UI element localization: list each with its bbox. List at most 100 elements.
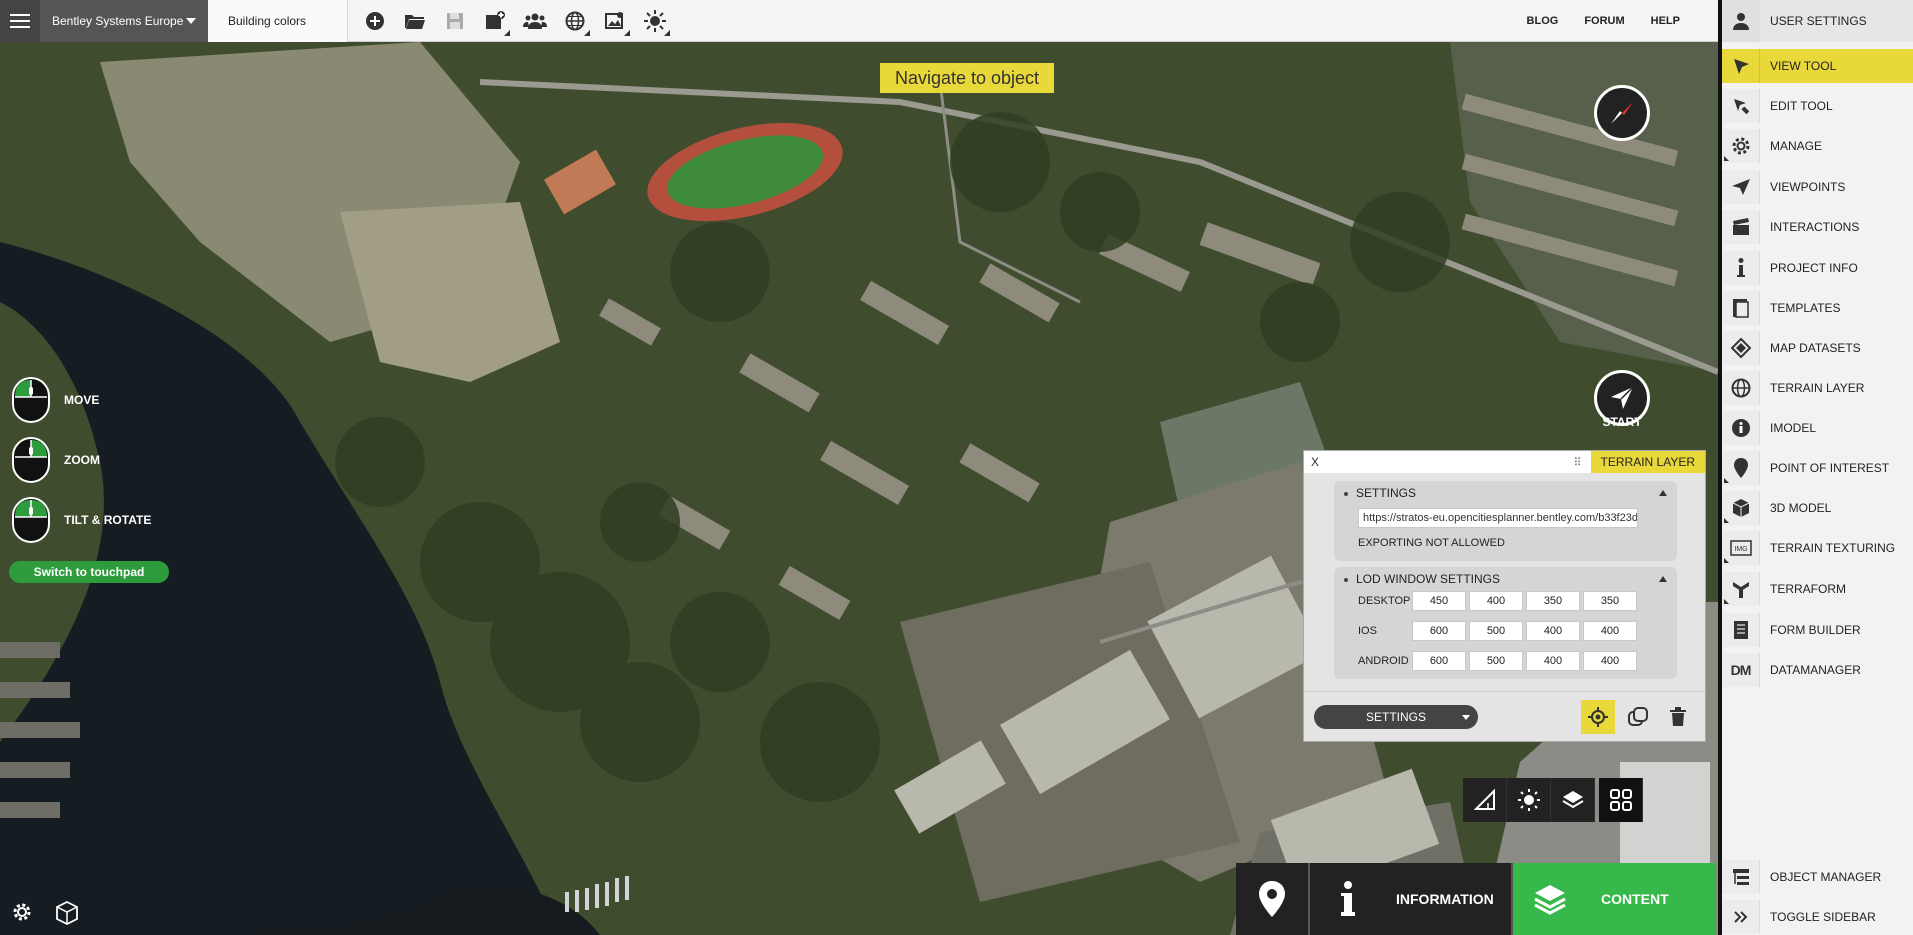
sidebar-item-interactions[interactable]: INTERACTIONS xyxy=(1722,210,1913,244)
tilt-rotate-hint: TILT & ROTATE xyxy=(12,497,151,543)
sidebar-toggle[interactable]: TOGGLE SIDEBAR xyxy=(1722,900,1913,934)
add-layer-icon[interactable] xyxy=(478,4,512,38)
templates-icon xyxy=(1722,291,1760,325)
terrain-url-field[interactable]: https://stratos-eu.opencitiesplanner.ben… xyxy=(1358,508,1638,528)
sidebar-item-terrain-texturing[interactable]: IMG TERRAIN TEXTURING xyxy=(1722,531,1913,565)
trash-icon[interactable] xyxy=(1661,700,1695,734)
measure-icon[interactable] xyxy=(1463,778,1507,822)
help-link[interactable]: HELP xyxy=(1651,15,1680,27)
sidebar-label: MAP DATASETS xyxy=(1770,341,1861,355)
globe-icon[interactable] xyxy=(558,4,592,38)
map-pin-icon xyxy=(1722,451,1760,485)
lod-value-field[interactable]: 500 xyxy=(1469,651,1523,671)
lod-value-field[interactable]: 400 xyxy=(1526,651,1580,671)
sidebar-label: VIEW TOOL xyxy=(1770,59,1837,73)
settings-section-header[interactable]: SETTINGS xyxy=(1334,481,1677,505)
lod-value-field[interactable]: 400 xyxy=(1469,591,1523,611)
content-button[interactable]: CONTENT xyxy=(1513,863,1716,935)
sidebar-item-terrain-layer[interactable]: TERRAIN LAYER xyxy=(1722,371,1913,405)
forum-link[interactable]: FORUM xyxy=(1584,15,1624,27)
poi-button[interactable] xyxy=(1236,863,1310,935)
move-hint-label: MOVE xyxy=(64,393,100,407)
info-icon xyxy=(1341,881,1355,916)
blog-link[interactable]: BLOG xyxy=(1527,15,1559,27)
terraform-icon xyxy=(1722,572,1760,606)
sidebar-item-form-builder[interactable]: FORM BUILDER xyxy=(1722,613,1913,647)
sidebar-item-edit-tool[interactable]: EDIT TOOL xyxy=(1722,89,1913,123)
sun-icon[interactable] xyxy=(1507,778,1551,822)
lod-value-field[interactable]: 600 xyxy=(1412,651,1466,671)
sidebar-item-datamanager[interactable]: DM DATAMANAGER xyxy=(1722,653,1913,687)
sidebar-label: VIEWPOINTS xyxy=(1770,180,1846,194)
lod-value-field[interactable]: 450 xyxy=(1412,591,1466,611)
grid-apps-icon[interactable] xyxy=(1599,778,1643,822)
sidebar-label: OBJECT MANAGER xyxy=(1770,870,1882,884)
sidebar-item-point-of-interest[interactable]: POINT OF INTEREST xyxy=(1722,451,1913,485)
lod-value-field[interactable]: 400 xyxy=(1583,651,1637,671)
sidebar-item-manage[interactable]: MANAGE xyxy=(1722,129,1913,163)
sidebar-item-templates[interactable]: TEMPLATES xyxy=(1722,291,1913,325)
sidebar-item-map-datasets[interactable]: MAP DATASETS xyxy=(1722,331,1913,365)
locate-target-icon[interactable] xyxy=(1581,699,1615,734)
sidebar-item-viewpoints[interactable]: VIEWPOINTS xyxy=(1722,170,1913,204)
sun-icon[interactable] xyxy=(638,4,672,38)
form-icon xyxy=(1722,613,1760,647)
project-selector[interactable]: Bentley Systems Europe xyxy=(40,0,208,42)
map-control-strip xyxy=(1463,778,1643,822)
drag-handle-icon[interactable]: ⠿ xyxy=(1573,456,1590,469)
navigate-to-object-banner[interactable]: Navigate to object xyxy=(880,63,1054,93)
object-tree-icon xyxy=(1722,860,1760,894)
edit-cursor-icon xyxy=(1722,89,1760,123)
open-folder-icon[interactable] xyxy=(398,4,432,38)
sidebar-item-view-tool[interactable]: VIEW TOOL xyxy=(1722,49,1913,83)
scenario-name[interactable]: Building colors xyxy=(208,0,348,42)
sidebar-user-settings[interactable]: USER SETTINGS xyxy=(1722,0,1913,42)
sidebar-label: MANAGE xyxy=(1770,139,1823,153)
settings-section-title: SETTINGS xyxy=(1356,486,1417,500)
sidebar-label: POINT OF INTEREST xyxy=(1770,461,1890,475)
settings-gear-icon[interactable] xyxy=(10,900,34,924)
settings-dropdown[interactable]: SETTINGS xyxy=(1314,704,1478,729)
zoom-hint-label: ZOOM xyxy=(64,453,100,467)
add-icon[interactable] xyxy=(358,4,392,38)
lod-value-field[interactable]: 350 xyxy=(1583,591,1637,611)
dm-mark: DM xyxy=(1730,662,1752,678)
sidebar-item-imodel[interactable]: IMODEL xyxy=(1722,411,1913,445)
bottom-dock: INFORMATION CONTENT xyxy=(1236,863,1716,935)
sidebar-label: PROJECT INFO xyxy=(1770,261,1858,275)
collapse-up-icon[interactable] xyxy=(1659,576,1667,582)
map-pin-icon xyxy=(1259,881,1285,917)
image-export-icon[interactable] xyxy=(598,4,632,38)
information-button[interactable]: INFORMATION xyxy=(1310,863,1513,935)
caret-down-icon xyxy=(186,17,196,24)
lod-value-field[interactable]: 350 xyxy=(1526,591,1580,611)
lod-value-field[interactable]: 400 xyxy=(1583,621,1637,641)
compass-icon[interactable] xyxy=(1594,85,1650,141)
top-toolbar: Bentley Systems Europe Building colors B… xyxy=(0,0,1718,42)
duplicate-icon[interactable] xyxy=(1621,700,1655,734)
hamburger-menu-icon[interactable] xyxy=(0,0,40,42)
lod-value-field[interactable]: 600 xyxy=(1412,621,1466,641)
layers-stack-icon[interactable] xyxy=(1551,778,1595,822)
lod-row-ios: IOS 600 500 400 400 xyxy=(1358,621,1640,641)
cube-icon xyxy=(1722,491,1760,525)
datamanager-icon: DM xyxy=(1722,653,1760,687)
settings-section: SETTINGS https://stratos-eu.opencitiespl… xyxy=(1334,481,1677,561)
sidebar-object-manager[interactable]: OBJECT MANAGER xyxy=(1722,860,1913,894)
users-icon[interactable] xyxy=(518,4,552,38)
close-icon[interactable]: X xyxy=(1304,455,1326,469)
sidebar-item-project-info[interactable]: PROJECT INFO xyxy=(1722,251,1913,285)
collapse-up-icon[interactable] xyxy=(1659,490,1667,496)
lod-value-field[interactable]: 500 xyxy=(1469,621,1523,641)
save-icon[interactable] xyxy=(438,4,472,38)
sidebar-item-terraform[interactable]: TERRAFORM xyxy=(1722,572,1913,606)
lod-section-header[interactable]: LOD WINDOW SETTINGS xyxy=(1334,567,1677,591)
sidebar-item-3d-model[interactable]: 3D MODEL xyxy=(1722,491,1913,525)
lod-value-field[interactable]: 400 xyxy=(1526,621,1580,641)
lod-row-label: ANDROID xyxy=(1358,655,1409,667)
texture-icon: IMG xyxy=(1722,531,1760,565)
panel-header: X ⠿ TERRAIN LAYER xyxy=(1304,451,1705,473)
paper-plane-icon xyxy=(1611,386,1634,409)
switch-to-touchpad-button[interactable]: Switch to touchpad xyxy=(9,561,169,583)
cube-3d-icon[interactable] xyxy=(54,900,80,926)
